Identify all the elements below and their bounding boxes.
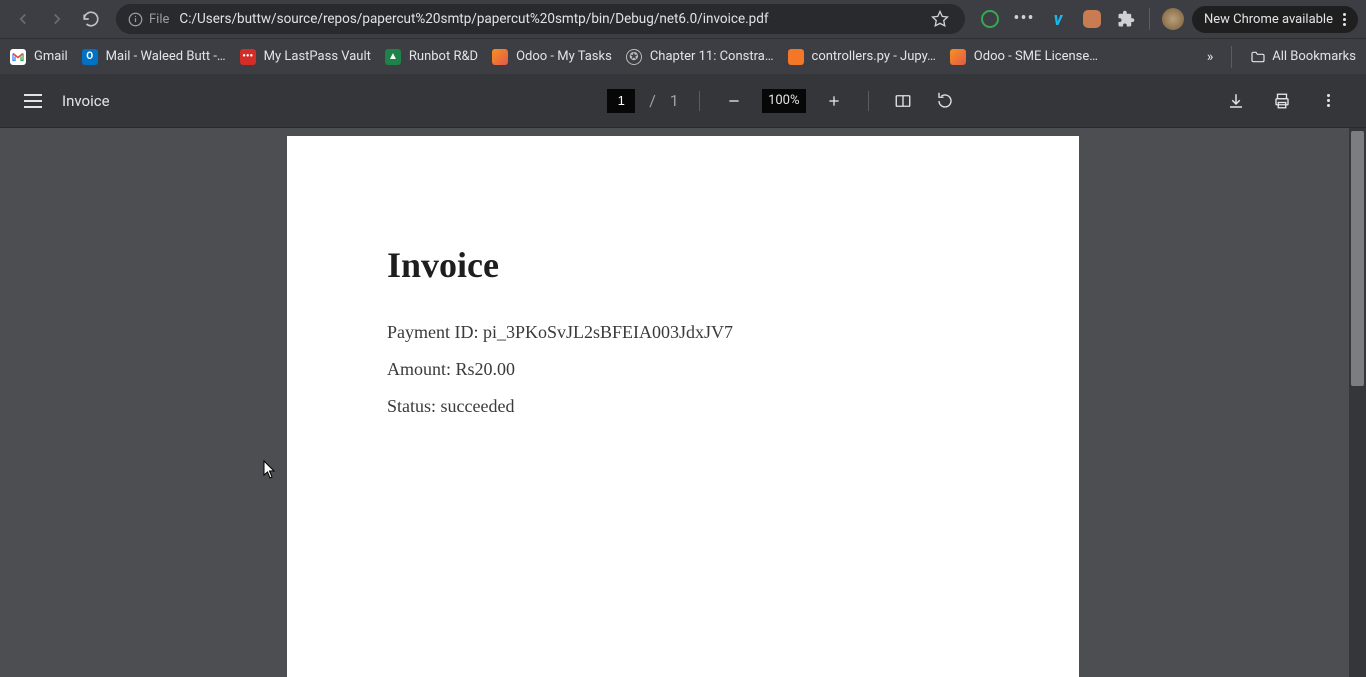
menu-icon[interactable]	[24, 94, 42, 108]
page-total: 1	[670, 91, 679, 110]
back-button[interactable]	[8, 4, 38, 34]
payment-id-value: pi_3PKoSvJL2sBFEIA003JdxJV7	[483, 322, 733, 342]
file-scheme-badge: File	[128, 12, 169, 27]
zoom-out-button[interactable]	[720, 87, 748, 115]
runbot-icon: ▲	[385, 49, 401, 65]
forward-button[interactable]	[42, 4, 72, 34]
bookmark-chapter[interactable]: ✪ Chapter 11: Constra…	[626, 49, 774, 65]
toolbar-divider	[1149, 8, 1150, 30]
pdf-page: Invoice Payment ID: pi_3PKoSvJL2sBFEIA00…	[287, 136, 1079, 677]
page-separator: /	[649, 91, 656, 110]
download-button[interactable]	[1222, 87, 1250, 115]
fit-page-button[interactable]	[889, 87, 917, 115]
vertical-scrollbar[interactable]	[1349, 128, 1366, 677]
bookmark-star-icon[interactable]	[927, 6, 953, 32]
invoice-heading: Invoice	[387, 244, 979, 286]
vimeo-icon[interactable]: v	[1043, 4, 1073, 34]
page-number-input[interactable]	[607, 89, 635, 113]
info-icon	[128, 12, 143, 27]
amount-label: Amount:	[387, 359, 451, 379]
gmail-icon	[10, 49, 26, 65]
status-value: succeeded	[441, 396, 515, 416]
chrome-menu-icon[interactable]	[1343, 13, 1346, 26]
bookmark-label: Odoo - My Tasks	[516, 49, 612, 64]
status-line: Status: succeeded	[387, 396, 979, 417]
lastpass-icon: •••	[240, 49, 256, 65]
bookmark-label: Chapter 11: Constra…	[650, 49, 774, 64]
bookmarks-bar: Gmail O Mail - Waleed Butt -… ••• My Las…	[0, 38, 1366, 74]
bookmark-odoo-tasks[interactable]: Odoo - My Tasks	[492, 49, 612, 65]
toolbar-separator	[868, 91, 869, 111]
rotate-button[interactable]	[931, 87, 959, 115]
browser-nav-bar: File C:/Users/buttw/source/repos/papercu…	[0, 0, 1366, 38]
pdf-viewer: Invoice Payment ID: pi_3PKoSvJL2sBFEIA00…	[0, 128, 1366, 677]
bookmarks-divider	[1231, 46, 1232, 68]
bookmark-odoo-sme[interactable]: Odoo - SME License…	[950, 49, 1098, 65]
bookmark-label: My LastPass Vault	[264, 49, 371, 64]
pig-ext-icon[interactable]	[1077, 4, 1107, 34]
payment-id-label: Payment ID:	[387, 322, 479, 342]
zoom-in-button[interactable]	[820, 87, 848, 115]
all-bookmarks-label: All Bookmarks	[1272, 49, 1356, 64]
bookmark-label: Gmail	[34, 49, 68, 64]
address-bar[interactable]: File C:/Users/buttw/source/repos/papercu…	[116, 4, 965, 34]
toolbar-separator	[699, 91, 700, 111]
reload-button[interactable]	[76, 4, 106, 34]
more-actions-button[interactable]	[1314, 87, 1342, 115]
outlook-icon: O	[82, 49, 98, 65]
bookmark-label: Mail - Waleed Butt -…	[106, 49, 226, 64]
bookmark-jupyter[interactable]: controllers.py - Jupy…	[788, 49, 936, 65]
scheme-label: File	[149, 12, 169, 27]
grammarly-icon[interactable]	[975, 4, 1005, 34]
new-chrome-button[interactable]: New Chrome available	[1192, 6, 1358, 33]
bookmark-label: Runbot R&D	[409, 49, 478, 64]
jupyter-icon	[788, 49, 804, 65]
bookmark-lastpass[interactable]: ••• My LastPass Vault	[240, 49, 371, 65]
bookmark-label: Odoo - SME License…	[974, 49, 1098, 64]
all-bookmarks-button[interactable]: All Bookmarks	[1250, 49, 1356, 65]
bookmarks-overflow-icon[interactable]: »	[1207, 49, 1214, 65]
amount-value: Rs20.00	[456, 359, 516, 379]
pdf-toolbar: Invoice / 1 100%	[0, 74, 1366, 128]
scrollbar-thumb[interactable]	[1351, 131, 1364, 386]
odoo-icon	[950, 49, 966, 65]
amount-line: Amount: Rs20.00	[387, 359, 979, 380]
url-text: C:/Users/buttw/source/repos/papercut%20s…	[179, 11, 917, 27]
pdf-title: Invoice	[62, 92, 110, 110]
profile-avatar[interactable]	[1158, 4, 1188, 34]
print-button[interactable]	[1268, 87, 1296, 115]
bookmark-gmail[interactable]: Gmail	[10, 49, 68, 65]
folder-icon	[1250, 49, 1266, 65]
new-chrome-label: New Chrome available	[1204, 12, 1333, 27]
zoom-value[interactable]: 100%	[762, 89, 806, 113]
extensions-icon[interactable]	[1111, 4, 1141, 34]
bookmark-outlook[interactable]: O Mail - Waleed Butt -…	[82, 49, 226, 65]
bookmark-label: controllers.py - Jupy…	[812, 49, 936, 64]
extension-menu-icon[interactable]: •••	[1009, 4, 1039, 34]
status-label: Status:	[387, 396, 436, 416]
bookmark-runbot[interactable]: ▲ Runbot R&D	[385, 49, 478, 65]
globe-icon: ✪	[626, 49, 642, 65]
odoo-icon	[492, 49, 508, 65]
payment-id-line: Payment ID: pi_3PKoSvJL2sBFEIA003JdxJV7	[387, 322, 979, 343]
